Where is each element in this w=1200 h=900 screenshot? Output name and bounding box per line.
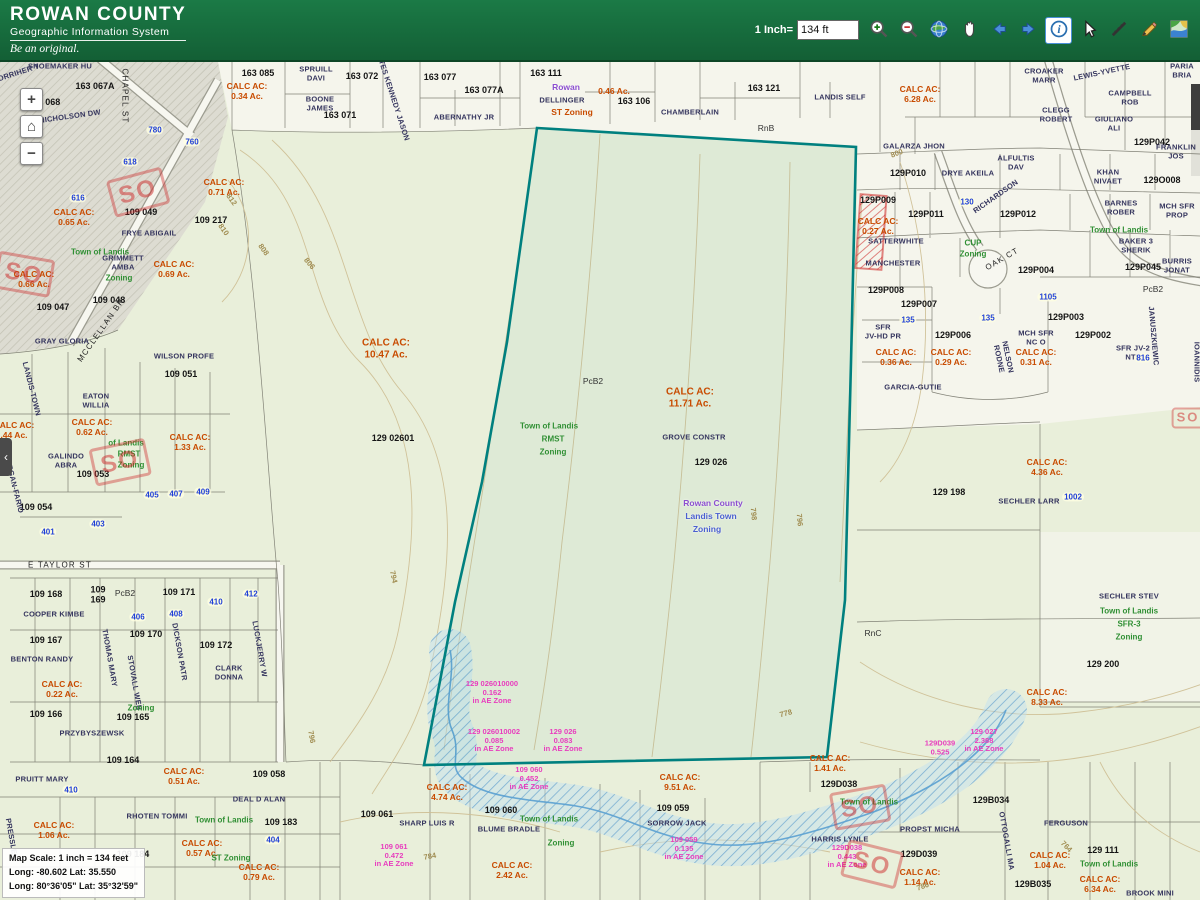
measure-icon (1109, 19, 1129, 42)
zoom-in-icon (869, 19, 889, 42)
vertical-scrollbar[interactable] (1191, 84, 1200, 176)
logo-title: ROWAN COUNTY (10, 5, 186, 24)
full-extent-button[interactable] (925, 17, 952, 44)
pointer-icon (1079, 19, 1099, 42)
next-extent-button[interactable] (1015, 17, 1042, 44)
red-stamp-hatch (855, 194, 886, 270)
map-home-button[interactable]: ⌂ (20, 115, 43, 138)
rowan-county-logo: ROWAN COUNTY Geographic Information Syst… (10, 5, 186, 55)
measure-button[interactable] (1105, 17, 1132, 44)
logo-subtitle: Geographic Information System (10, 24, 186, 41)
arrow-left-icon (989, 19, 1009, 42)
previous-extent-button[interactable] (985, 17, 1012, 44)
logo-tagline: Be an original. (10, 43, 186, 55)
draw-button[interactable] (1135, 17, 1162, 44)
map-coords-decimal: Long: -80.602 Lat: 35.550 (9, 866, 138, 880)
map-scale-box: Map Scale: 1 inch = 134 feet Long: -80.6… (2, 848, 145, 898)
identify-button[interactable]: i (1045, 17, 1072, 44)
scale-label: 1 Inch= (755, 24, 793, 36)
scale-entry: 1 Inch= (755, 20, 859, 40)
zoom-out-button[interactable] (895, 17, 922, 44)
zoom-out-icon (899, 19, 919, 42)
map-canvas (0, 62, 1200, 900)
basemap-button[interactable] (1165, 17, 1192, 44)
pencil-icon (1139, 19, 1159, 42)
map-scale-text: Map Scale: 1 inch = 134 feet (9, 852, 138, 866)
basemap-icon (1169, 19, 1189, 42)
zoom-in-button[interactable] (865, 17, 892, 44)
map-viewport[interactable]: SHOEMAKER HUCORRIHER TNICHOLSON DWCHAPEL… (0, 62, 1200, 900)
scrollbar-thumb[interactable] (1191, 84, 1200, 130)
map-nav-controls: + ⌂ − (20, 88, 43, 165)
info-icon: i (1049, 19, 1069, 42)
toolbar: i (865, 17, 1192, 44)
map-zoom-in-button[interactable]: + (20, 88, 43, 111)
pan-button[interactable] (955, 17, 982, 44)
pan-hand-icon (959, 19, 979, 42)
scale-input[interactable] (797, 20, 859, 40)
arrow-right-icon (1019, 19, 1039, 42)
map-coords-dms: Long: 80°36'05" Lat: 35°32'59" (9, 880, 138, 894)
cul-de-sac (969, 250, 1007, 288)
globe-icon (929, 19, 949, 42)
map-zoom-out-button[interactable]: − (20, 142, 43, 165)
app-header: ROWAN COUNTY Geographic Information Syst… (0, 0, 1200, 62)
sidebar-collapse-tab[interactable]: ‹ (0, 438, 12, 476)
pointer-button[interactable] (1075, 17, 1102, 44)
